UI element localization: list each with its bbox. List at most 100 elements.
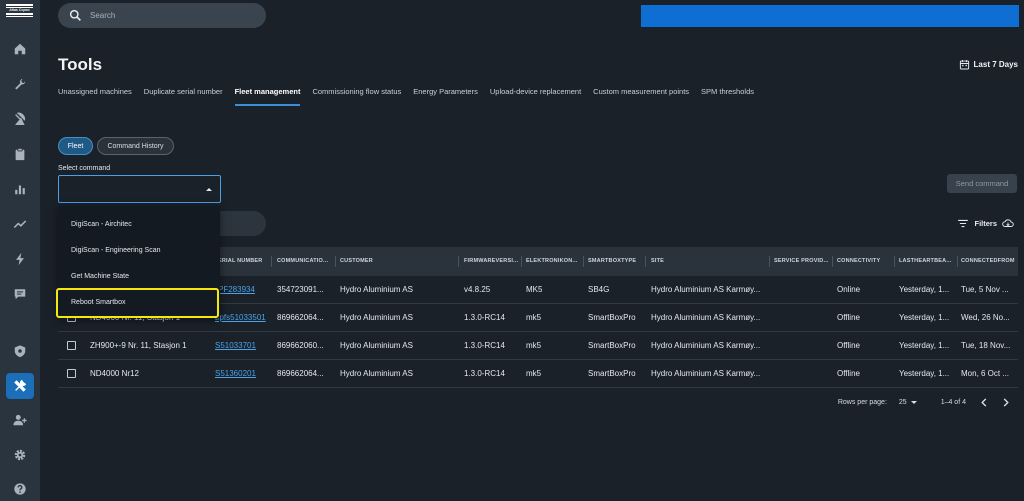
trend-icon[interactable] [6,211,34,237]
cell-elektronikon: MK5 [526,285,543,294]
col-header-last-heartbeat[interactable]: LastHeartBea... [899,247,955,276]
col-header-communication[interactable]: Communicatio... [277,247,333,276]
date-range-label: Last 7 Days [973,60,1018,69]
col-header-customer[interactable]: Customer [340,247,373,276]
command-history-toggle-button[interactable]: Command History [97,137,174,155]
cell-last-heartbeat: Yesterday, 1... [899,313,950,322]
rows-per-page-select[interactable]: 25 [899,399,917,406]
cell-serial-number-link[interactable]: bpfs51033501 [215,304,266,332]
shield-settings-icon[interactable] [6,338,34,364]
cell-machine-name: ZH900+-9 Nr. 11, Stasjon 1 [90,341,187,350]
tab-commissioning-flow-status[interactable]: Commissioning flow status [312,82,401,106]
filter-lines-icon [958,219,969,228]
col-header-serial-number[interactable]: erial number [218,247,262,276]
col-header-smartboxtype[interactable]: SmartBoxType [588,247,636,276]
table-row[interactable]: ZH900+-9 Nr. 11, Stasjon 1 S51033701 869… [58,332,1018,360]
row-checkbox[interactable] [67,369,76,378]
tab-upload-device-replacement[interactable]: Upload-device replacement [490,82,581,106]
cell-connected-from: Mon, 6 Oct ... [961,369,1010,378]
cell-site: Hydro Aluminium AS Karmøy... [651,369,761,378]
tab-energy-parameters[interactable]: Energy Parameters [413,82,478,106]
filters-label: Filters [974,219,997,228]
cell-connectivity: Offline [837,369,860,378]
search-input[interactable] [90,6,258,25]
cell-firmware: 1.3.0-RC14 [464,369,505,378]
cell-serial-number-link[interactable]: S51360201 [215,360,256,388]
cell-connected-from: Wed, 26 No... [961,313,1010,322]
col-header-connectivity[interactable]: Connectivity [837,247,880,276]
cell-connectivity: Offline [837,313,860,322]
chevron-right-icon[interactable] [1002,398,1010,407]
cloud-download-icon[interactable] [1002,218,1014,229]
cell-serial-number-link[interactable]: PF283934 [218,276,255,304]
option-get-machine-state[interactable]: Get Machine State [58,264,220,290]
fleet-toggle-button[interactable]: Fleet [58,137,93,155]
option-digiscan-engineering-scan[interactable]: DigiScan - Engineering Scan [58,238,220,264]
calendar-icon [959,60,969,70]
cell-connected-from: Tue, 5 Nov ... [961,285,1009,294]
cell-customer: Hydro Aluminium AS [340,369,413,378]
cell-customer: Hydro Aluminium AS [340,313,413,322]
sidebar: Atlas Copco [0,0,40,501]
wrench-icon[interactable] [6,71,34,97]
cell-communication: 869662060... [277,341,324,350]
brand-logo-text: Atlas Copco [9,8,30,12]
bar-chart-icon[interactable] [6,176,34,202]
cell-site: Hydro Aluminium AS Karmøy... [651,341,761,350]
cell-last-heartbeat: Yesterday, 1... [899,285,950,294]
cell-serial-number-link[interactable]: S51033701 [215,332,256,360]
cell-smartboxtype: SmartBoxPro [588,313,636,322]
chevron-left-icon[interactable] [980,398,988,407]
filters-control[interactable]: Filters [957,218,1014,229]
cell-communication: 354723091... [277,285,324,294]
cell-communication: 869662064... [277,313,324,322]
cell-customer: Hydro Aluminium AS [340,285,413,294]
cell-smartboxtype: SmartBoxPro [588,369,636,378]
table-row[interactable]: ND4000 Nr12 S51360201 869662064... Hydro… [58,360,1018,388]
page-title: Tools [58,55,103,74]
cell-elektronikon: mk5 [526,313,542,322]
message-icon[interactable] [6,281,34,307]
cell-connectivity: Online [837,285,861,294]
satellite-icon[interactable] [6,106,34,132]
caret-up-icon [206,188,212,191]
row-checkbox[interactable] [67,341,76,350]
cell-firmware: 1.3.0-RC14 [464,313,505,322]
rows-per-page-label: Rows per page: [837,399,887,406]
tab-custom-measurement-points[interactable]: Custom measurement points [593,82,689,106]
cell-firmware: v4.8.25 [464,285,491,294]
date-range-filter[interactable]: Last 7 Days [959,59,1018,70]
cell-site: Hydro Aluminium AS Karmøy... [651,285,761,294]
help-icon[interactable] [6,476,34,501]
tab-spm-thresholds[interactable]: SPM thresholds [701,82,754,106]
home-icon[interactable] [6,36,34,62]
cell-last-heartbeat: Yesterday, 1... [899,369,950,378]
send-command-button[interactable]: Send command [947,174,1017,193]
lightning-icon[interactable] [6,246,34,272]
select-command-label: Select command [58,165,111,172]
tab-unassigned-machines[interactable]: Unassigned machines [58,82,132,106]
select-command-dropdown[interactable] [58,175,221,203]
cell-smartboxtype: SmartBoxPro [588,341,636,350]
cell-machine-name: ND4000 Nr12 [90,369,139,378]
col-header-connected-from[interactable]: ConnectedFrom [961,247,1018,276]
tab-fleet-management[interactable]: Fleet management [234,82,301,106]
pagination: Rows per page: 25 1–4 of 4 [838,398,1010,407]
clipboard-icon[interactable] [6,141,34,167]
top-banner [641,5,1019,27]
search-bar[interactable] [58,3,266,28]
command-options-menu: DigiScan - Airchitec DigiScan - Engineer… [58,206,220,318]
col-header-service-provider[interactable]: Service provid... [774,247,832,276]
tab-bar: Unassigned machines Duplicate serial num… [58,82,754,106]
tools-icon[interactable] [6,373,34,399]
cell-elektronikon: mk5 [526,369,542,378]
gear-icon[interactable] [6,442,34,468]
col-header-elektronikon[interactable]: Elektronikon... [526,247,581,276]
add-user-icon[interactable] [6,407,34,433]
brand-logo[interactable]: Atlas Copco [6,4,33,18]
option-reboot-smartbox[interactable]: Reboot Smartbox [58,290,220,316]
option-digiscan-airchitec[interactable]: DigiScan - Airchitec [58,212,220,238]
col-header-firmware-version[interactable]: FirmwareVersi... [464,247,520,276]
tab-duplicate-serial-number[interactable]: Duplicate serial number [144,82,223,106]
col-header-site[interactable]: Site [651,247,664,276]
